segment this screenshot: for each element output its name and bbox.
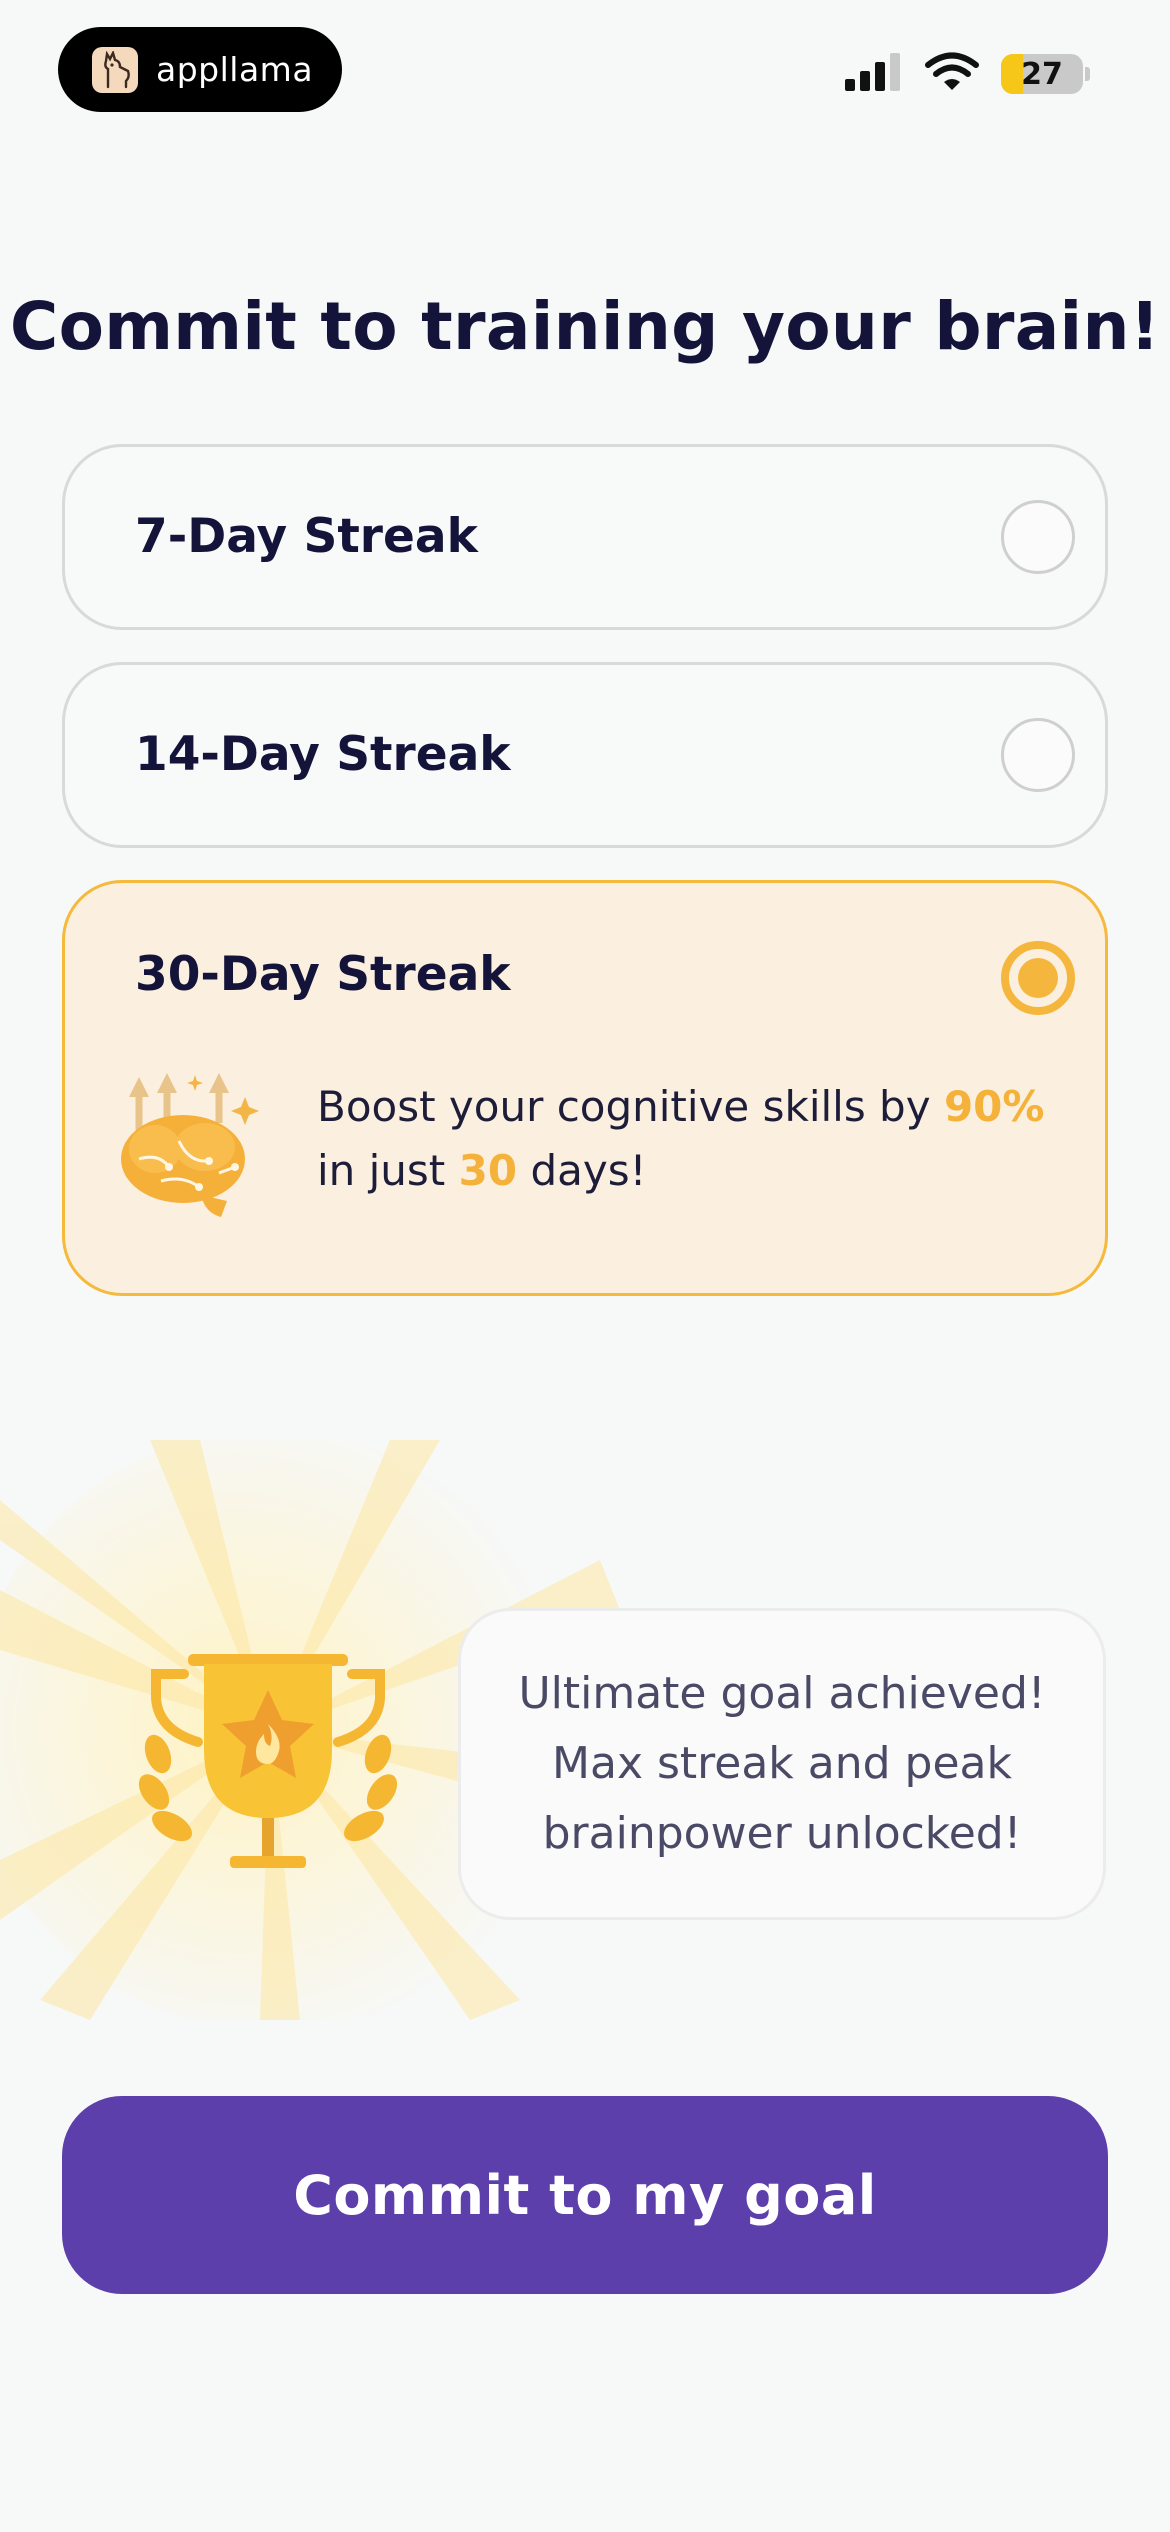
option-label: 7-Day Streak [135, 509, 478, 564]
commit-goal-button[interactable]: Commit to my goal [62, 2096, 1108, 2294]
reward-message: Ultimate goal achieved! Max streak and p… [518, 1668, 1046, 1859]
reward-message-bubble: Ultimate goal achieved! Max streak and p… [458, 1608, 1106, 1920]
page-title: Commit to training your brain! [9, 288, 1161, 365]
battery-tip [1085, 67, 1090, 81]
boost-text: in just [317, 1146, 459, 1195]
boost-description: Boost your cognitive skills by 90% in ju… [317, 1075, 1057, 1203]
radio-button-selected[interactable] [1001, 941, 1075, 1015]
brain-icon [109, 1063, 277, 1227]
option-7-day-streak[interactable]: 7-Day Streak [62, 444, 1108, 630]
radio-button[interactable] [1001, 718, 1075, 792]
cellular-signal-icon [845, 53, 903, 95]
boost-percent: 90% [943, 1082, 1045, 1131]
boost-text: days! [517, 1146, 647, 1195]
battery-percent: 27 [1021, 56, 1063, 92]
option-14-day-streak[interactable]: 14-Day Streak [62, 662, 1108, 848]
option-label: 14-Day Streak [135, 727, 511, 782]
option-label: 30-Day Streak [135, 947, 511, 1002]
battery-indicator: 27 [1001, 54, 1083, 94]
battery-fill [1001, 54, 1024, 94]
appllama-badge[interactable]: appllama [58, 27, 342, 112]
wifi-icon [925, 52, 979, 96]
trophy-icon [128, 1650, 408, 1884]
radio-button[interactable] [1001, 500, 1075, 574]
llama-icon [92, 46, 138, 93]
boost-text: Boost your cognitive skills by [317, 1082, 944, 1131]
brand-label: appllama [156, 50, 314, 89]
boost-days: 30 [458, 1146, 518, 1195]
option-30-day-streak[interactable]: 30-Day Streak Boost your cognitive skill… [62, 880, 1108, 1296]
status-icons: 27 [845, 52, 1090, 96]
